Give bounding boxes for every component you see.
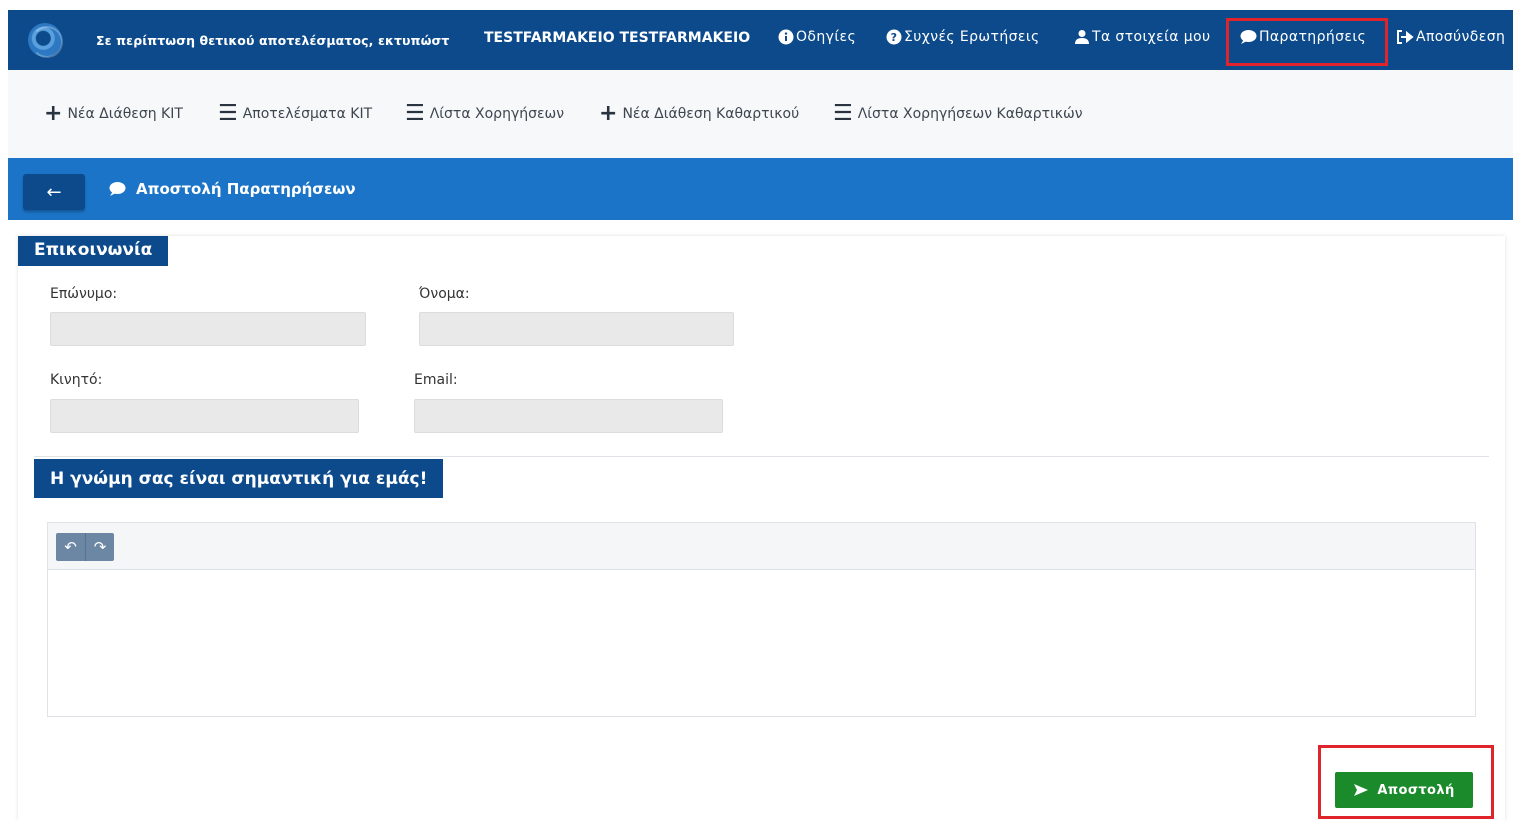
instructions-link[interactable]: Οδηγίες [778,29,856,45]
send-button-highlight [1318,745,1494,819]
nav-administrations-list[interactable]: ☰ Λίστα Χορηγήσεων [405,101,565,126]
undo-button[interactable]: ↶ [56,533,85,561]
logout-link[interactable]: Αποσύνδεση [1396,29,1505,45]
header-message: Σε περίπτωση θετικού αποτελέσματος, εκτυ… [96,33,450,48]
my-details-label: Τα στοιχεία μου [1092,29,1211,45]
feedback-editor: ↶ ↷ [47,522,1476,717]
sign-out-icon [1397,30,1414,44]
faq-label: Συχνές Ερωτήσεις [904,29,1040,45]
back-button[interactable]: ← [23,174,85,210]
nav-new-laxative-label: Νέα Διάθεση Καθαρτικού [622,106,800,122]
list-icon: ☰ [405,101,425,126]
nav-kit-results-label: Αποτελέσματα ΚΙΤ [242,106,373,122]
question-icon: ? [886,29,902,45]
email-label: Email: [414,372,458,388]
feedback-textarea[interactable] [48,571,1475,716]
redo-button[interactable]: ↷ [85,533,114,561]
feedback-card: Επικοινωνία Επώνυμο: Όνομα: Κινητό: Emai… [18,236,1505,821]
plus-icon: + [599,101,618,126]
email-field[interactable] [414,399,723,433]
feedback-link-highlight [1226,18,1388,66]
plus-icon: + [44,101,63,126]
user-icon [1075,30,1089,44]
list-icon: ☰ [833,101,853,126]
mobile-field[interactable] [50,399,359,433]
nav-new-kit-label: Νέα Διάθεση ΚΙΤ [67,106,183,122]
list-icon: ☰ [218,101,238,126]
surname-label: Επώνυμο: [50,286,118,302]
secondary-nav: + Νέα Διάθεση ΚΙΤ ☰ Αποτελέσματα ΚΙΤ ☰ Λ… [8,70,1513,158]
arrow-left-icon: ← [46,181,62,203]
name-field[interactable] [419,312,734,346]
editor-toolbar: ↶ ↷ [48,523,1475,570]
contact-section-title: Επικοινωνία [18,236,169,266]
page-header-bar: ← Αποστολή Παρατηρήσεων [8,158,1513,220]
info-icon [778,29,794,45]
logo-icon[interactable] [28,23,63,58]
my-details-link[interactable]: Τα στοιχεία μου [1074,29,1210,45]
comment-icon [109,182,126,196]
undo-icon: ↶ [64,538,77,556]
header-user-name: TESTFARMAKEIO TESTFARMAKEIO [484,30,751,46]
feedback-section-title: Η γνώμη σας είναι σημαντική για εμάς! [34,459,444,498]
nav-laxatives-list[interactable]: ☰ Λίστα Χορηγήσεων Καθαρτικών [833,101,1083,126]
mobile-label: Κινητό: [50,372,103,388]
nav-new-laxative[interactable]: + Νέα Διάθεση Καθαρτικού [599,101,800,126]
name-label: Όνομα: [419,286,470,302]
page-title: Αποστολή Παρατηρήσεων [108,180,356,198]
nav-administrations-list-label: Λίστα Χορηγήσεων [429,106,565,122]
surname-field[interactable] [50,312,366,346]
logout-label: Αποσύνδεση [1416,29,1506,45]
nav-new-kit[interactable]: + Νέα Διάθεση ΚΙΤ [44,101,183,126]
instructions-label: Οδηγίες [796,29,857,45]
svg-text:?: ? [891,31,898,44]
page-title-text: Αποστολή Παρατηρήσεων [136,180,356,198]
nav-kit-results[interactable]: ☰ Αποτελέσματα ΚΙΤ [218,101,373,126]
nav-laxatives-list-label: Λίστα Χορηγήσεων Καθαρτικών [857,106,1083,122]
redo-icon: ↷ [93,538,107,556]
faq-link[interactable]: ? Συχνές Ερωτήσεις [886,29,1040,45]
section-divider [34,456,1489,457]
